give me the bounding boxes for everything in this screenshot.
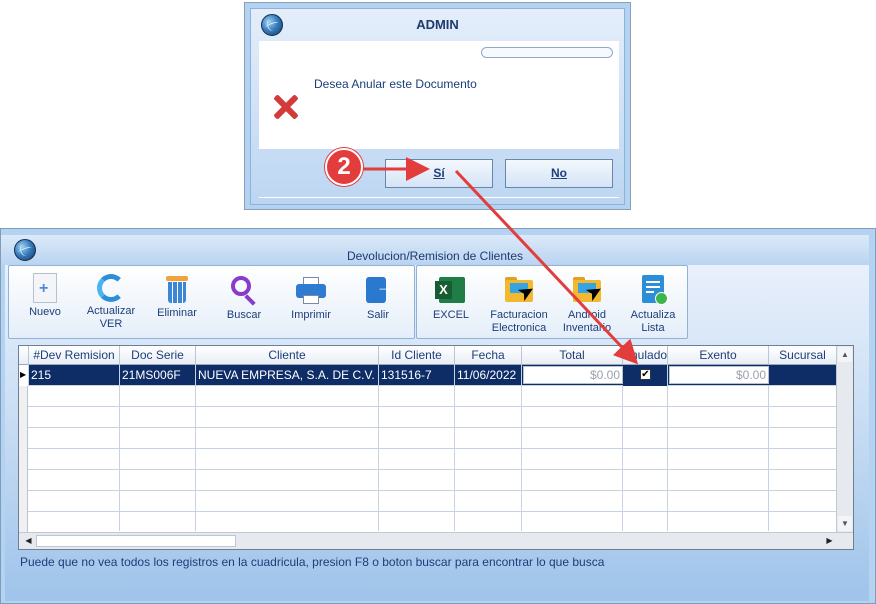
column-header-exento[interactable]: Exento	[668, 346, 769, 365]
grid-header: #Dev Remision Doc Serie Cliente Id Clien…	[19, 346, 837, 365]
empty-row	[19, 386, 837, 407]
toolbar-secondary: X EXCEL ➤ Facturacion Electronica ➤ Andr…	[416, 265, 688, 339]
dialog-progress-bar	[481, 47, 613, 58]
cell-sucursal[interactable]	[769, 365, 837, 386]
trash-icon	[166, 274, 188, 304]
facturacion-label: Facturacion	[490, 309, 548, 321]
actualiza-lista-button[interactable]: Actualiza Lista	[621, 268, 685, 336]
salir-button[interactable]: → Salir	[346, 268, 410, 336]
column-header-sucursal[interactable]: Sucursal	[769, 346, 837, 365]
scroll-up-icon[interactable]: ▲	[838, 347, 852, 362]
dialog-separator	[259, 197, 619, 198]
cell-doc-serie[interactable]: 21MS006F	[120, 365, 196, 386]
main-title-bar: Devolucion/Remision de Clientes	[1, 235, 869, 265]
facturacion-label-2: Electronica	[491, 322, 547, 334]
column-header-anulado[interactable]: Anulado	[623, 346, 668, 365]
scroll-right-icon[interactable]: ▶	[822, 534, 837, 548]
grid-column-line	[378, 386, 379, 531]
imprimir-button[interactable]: Imprimir	[279, 268, 343, 336]
no-button[interactable]: No	[505, 159, 613, 188]
actualizar-label: Actualizar	[86, 305, 136, 317]
android-label-2: Inventario	[562, 322, 612, 334]
dialog-message: Desea Anular este Documento	[314, 77, 477, 91]
cell-anulado[interactable]: ✔	[623, 365, 668, 386]
android-label: Android	[568, 309, 606, 321]
header-indicator	[19, 346, 29, 365]
vertical-scrollbar[interactable]: ▲ ▼	[836, 346, 853, 532]
folder-cursor-icon: ➤	[571, 274, 606, 306]
printer-icon	[295, 274, 327, 306]
eliminar-label: Eliminar	[157, 307, 197, 319]
column-header-doc-serie[interactable]: Doc Serie	[120, 346, 196, 365]
empty-row	[19, 491, 837, 512]
table-row[interactable]: ▶ 215 21MS006F NUEVA EMPRESA, S.A. DE C.…	[19, 365, 837, 386]
cell-fecha[interactable]: 11/06/2022	[455, 365, 522, 386]
actualizar-label-2: VER	[99, 318, 123, 330]
horizontal-scroll-thumb[interactable]	[36, 535, 236, 547]
cell-cliente[interactable]: NUEVA EMPRESA, S.A. DE C.V.	[196, 365, 379, 386]
buscar-label: Buscar	[226, 309, 262, 321]
imprimir-label: Imprimir	[291, 309, 331, 321]
actualiza-label-2: Lista	[641, 322, 665, 334]
new-document-icon: +	[33, 273, 57, 303]
excel-button[interactable]: X EXCEL	[419, 268, 483, 336]
folder-cursor-icon: ➤	[503, 274, 538, 306]
scroll-left-icon[interactable]: ◀	[21, 534, 36, 548]
search-icon	[228, 274, 260, 306]
error-x-icon	[272, 94, 299, 120]
empty-row	[19, 407, 837, 428]
admin-dialog: ADMIN Desea Anular este Documento Sí No	[244, 2, 631, 210]
grid-column-line	[768, 386, 769, 531]
dialog-message-area: Desea Anular este Documento	[259, 41, 619, 149]
list-refresh-icon	[637, 274, 669, 306]
exit-icon: →	[362, 274, 394, 306]
excel-label: EXCEL	[432, 309, 470, 321]
main-window: Devolucion/Remision de Clientes + Nuevo …	[0, 228, 876, 604]
facturacion-electronica-button[interactable]: ➤ Facturacion Electronica	[483, 268, 555, 336]
excel-icon: X	[435, 274, 467, 306]
grid-column-line	[119, 386, 120, 531]
anulado-checkbox[interactable]: ✔	[640, 369, 651, 380]
cell-dev-remision[interactable]: 215	[29, 365, 120, 386]
column-header-id-cliente[interactable]: Id Cliente	[379, 346, 455, 365]
refresh-icon	[97, 274, 125, 302]
empty-row	[19, 470, 837, 491]
android-inventario-button[interactable]: ➤ Android Inventario	[555, 268, 619, 336]
dialog-title: ADMIN	[416, 17, 459, 32]
empty-row	[19, 449, 837, 470]
column-header-cliente[interactable]: Cliente	[196, 346, 379, 365]
step-badge: 2	[325, 148, 363, 186]
grid-column-line	[667, 386, 668, 531]
cell-id-cliente[interactable]: 131516-7	[379, 365, 455, 386]
empty-row	[19, 512, 837, 533]
toolbar-primary: + Nuevo Actualizar VER Eliminar Buscar I…	[8, 265, 415, 339]
actualizar-button[interactable]: Actualizar VER	[79, 268, 143, 336]
cell-exento[interactable]: $0.00	[669, 366, 769, 384]
window-title: Devolucion/Remision de Clientes	[346, 249, 524, 263]
nuevo-label: Nuevo	[29, 306, 61, 318]
row-indicator-column	[19, 386, 28, 533]
column-header-fecha[interactable]: Fecha	[455, 346, 522, 365]
eliminar-button[interactable]: Eliminar	[145, 268, 209, 336]
grid-hint-text: Puede que no vea todos los registros en …	[20, 555, 605, 569]
actualiza-label: Actualiza	[630, 309, 676, 321]
row-pointer-icon: ▶	[19, 365, 29, 386]
yes-button[interactable]: Sí	[385, 159, 493, 188]
buscar-button[interactable]: Buscar	[212, 268, 276, 336]
column-header-total[interactable]: Total	[522, 346, 623, 365]
nuevo-button[interactable]: + Nuevo	[13, 268, 77, 336]
records-grid[interactable]: #Dev Remision Doc Serie Cliente Id Clien…	[18, 345, 854, 550]
scroll-down-icon[interactable]: ▼	[838, 516, 852, 531]
dialog-frame: ADMIN Desea Anular este Documento Sí No	[250, 8, 625, 205]
grid-column-line	[454, 386, 455, 531]
salir-label: Salir	[366, 309, 389, 321]
grid-column-line	[521, 386, 522, 531]
horizontal-scrollbar[interactable]: ◀ ▶	[19, 532, 853, 549]
grid-column-line	[622, 386, 623, 531]
column-header-dev-remision[interactable]: #Dev Remision	[29, 346, 120, 365]
grid-column-line	[195, 386, 196, 531]
cell-total[interactable]: $0.00	[523, 366, 623, 384]
empty-row	[19, 428, 837, 449]
